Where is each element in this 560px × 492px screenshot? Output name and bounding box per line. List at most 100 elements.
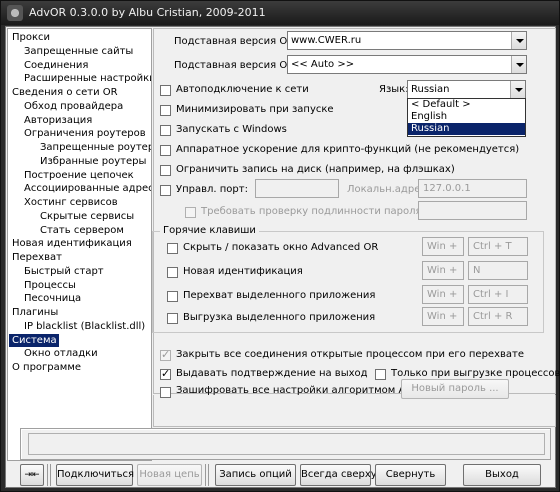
- fake-os-label: Подставная версия ОС:: [174, 36, 298, 47]
- fake-os-combo[interactable]: www.CWER.ru: [287, 31, 527, 50]
- tree-item[interactable]: Быстрый старт: [24, 265, 104, 278]
- title-bar[interactable]: AdvOR 0.3.0.0 by Albu Cristian, 2009-201…: [1, 1, 559, 25]
- hotkeys-group-title: Горячие клавиши: [160, 225, 259, 236]
- hotkey-label[interactable]: Новая идентификация: [183, 266, 303, 277]
- expand-arrows-icon: ⇥⇤: [24, 470, 40, 480]
- hotkey-key-field[interactable]: Ctrl + I: [468, 285, 528, 304]
- language-combo[interactable]: Russian: [407, 80, 526, 99]
- encrypt-settings-checkbox[interactable]: [160, 387, 171, 398]
- language-value: Russian: [411, 84, 450, 95]
- hotkey-modifier-field[interactable]: Win +: [422, 285, 464, 304]
- tree-item[interactable]: Запрещенные роутеры: [40, 141, 151, 154]
- close-connections-checkbox[interactable]: [160, 348, 171, 361]
- new-chain-button[interactable]: Новая цепь: [137, 464, 202, 486]
- chevron-down-icon[interactable]: [510, 81, 525, 98]
- minimize-on-start-checkbox[interactable]: [160, 105, 171, 116]
- new-password-button[interactable]: Новый пароль ...: [401, 379, 509, 399]
- control-port-label[interactable]: Управл. порт:: [176, 184, 248, 195]
- chevron-down-icon[interactable]: [511, 32, 526, 49]
- hotkey-label[interactable]: Скрыть / показать окно Advanced OR: [183, 242, 378, 253]
- only-on-unload-label[interactable]: Только при выгрузке процессов: [391, 368, 560, 379]
- toolbar-menu-button[interactable]: ⇥⇤: [20, 464, 44, 486]
- autoconnect-label[interactable]: Автоподключение к сети: [176, 84, 309, 95]
- only-on-unload-checkbox[interactable]: [375, 369, 386, 380]
- bottom-toolbar: ⇥⇤ Подключиться Новая цепь Запись опций …: [6, 461, 557, 489]
- toolbar-grip: [205, 464, 211, 486]
- tree-item[interactable]: Избранные роутеры: [40, 155, 146, 168]
- tree-item[interactable]: Перехват: [12, 251, 62, 264]
- tree-item[interactable]: Расширенные настройки пр: [24, 72, 151, 85]
- minimize-on-start-label[interactable]: Минимизировать при запуске: [176, 104, 334, 115]
- language-option[interactable]: Russian: [408, 123, 525, 135]
- tree-item[interactable]: Новая идентификация: [12, 237, 132, 250]
- hotkey-key-field[interactable]: Ctrl + R: [468, 307, 528, 326]
- start-with-windows-label[interactable]: Запускать с Windows: [176, 124, 287, 135]
- panel-lower-frame: [153, 395, 556, 427]
- tree-item[interactable]: Обход провайдера: [24, 100, 123, 113]
- control-port-input[interactable]: [255, 179, 339, 198]
- tree-item[interactable]: Сведения о сети OR: [12, 86, 118, 99]
- hotkey-modifier-field[interactable]: Win +: [422, 307, 464, 326]
- tree-item[interactable]: Система: [9, 333, 59, 347]
- hotkey-label[interactable]: Выгрузка выделенного приложения: [183, 312, 375, 323]
- confirm-exit-label[interactable]: Выдавать подтверждение на выход: [176, 368, 368, 379]
- window-title: AdvOR 0.3.0.0 by Albu Cristian, 2009-201…: [29, 6, 266, 19]
- fake-or-combo[interactable]: << Auto >>: [287, 55, 527, 74]
- hotkey-key-field[interactable]: Ctrl + T: [468, 237, 528, 256]
- tree-item[interactable]: IP blacklist (Blacklist.dll): [24, 320, 145, 333]
- autoconnect-checkbox[interactable]: [160, 85, 171, 96]
- tree-item[interactable]: Хостинг сервисов: [24, 196, 118, 209]
- language-dropdown-list[interactable]: < Default > English Russian: [407, 98, 526, 137]
- hotkey-key-field[interactable]: N: [468, 261, 528, 280]
- tree-item[interactable]: Стать сервером: [40, 224, 124, 237]
- language-option[interactable]: < Default >: [408, 99, 525, 111]
- require-password-label[interactable]: Требовать проверку подлинности пароля:: [201, 206, 425, 217]
- hotkey-unload-checkbox[interactable]: [167, 313, 178, 324]
- hotkey-toggle-window-checkbox[interactable]: [167, 243, 178, 254]
- exit-button[interactable]: Выход: [463, 464, 541, 486]
- status-text-box: [28, 433, 545, 455]
- limit-disk-label[interactable]: Ограничить запись на диск (например, на …: [176, 164, 455, 175]
- local-address-input[interactable]: 127.0.0.1: [418, 179, 527, 198]
- minimize-button[interactable]: Свернуть: [375, 464, 446, 486]
- tree-item[interactable]: Соединения: [24, 59, 88, 72]
- tree-item[interactable]: Песочница: [24, 292, 81, 305]
- control-port-checkbox[interactable]: [160, 185, 171, 196]
- tree-item[interactable]: Запрещенные сайты: [24, 45, 133, 58]
- confirm-exit-checkbox[interactable]: [160, 367, 171, 380]
- tree-item[interactable]: Построение цепочек: [24, 169, 134, 182]
- connect-button[interactable]: Подключиться: [56, 464, 134, 486]
- language-option[interactable]: English: [408, 111, 525, 123]
- tree-item[interactable]: Авторизация: [24, 114, 92, 127]
- tree-item[interactable]: Прокси: [12, 31, 50, 44]
- encrypt-settings-label[interactable]: Зашифровать все настройки алгоритмом AES: [176, 385, 418, 396]
- toolbar-grip: [47, 464, 53, 486]
- tree-item[interactable]: О программе: [12, 361, 81, 374]
- hotkey-new-identity-checkbox[interactable]: [167, 267, 178, 278]
- require-password-checkbox[interactable]: [185, 207, 196, 218]
- tree-item[interactable]: Ограничения роутеров: [24, 127, 146, 140]
- tree-item[interactable]: Плагины: [12, 306, 58, 319]
- password-input[interactable]: [418, 201, 527, 220]
- hw-accel-label[interactable]: Аппаратное ускорение для крипто-функций …: [176, 144, 519, 155]
- tree-item[interactable]: Процессы: [24, 279, 76, 292]
- fake-or-label: Подставная версия OR:: [174, 60, 298, 71]
- hotkey-intercept-checkbox[interactable]: [167, 291, 178, 302]
- always-on-top-button[interactable]: Всегда сверху: [300, 464, 377, 486]
- app-window: AdvOR 0.3.0.0 by Albu Cristian, 2009-201…: [0, 0, 560, 492]
- local-address-label: Локальн.адрес:: [347, 184, 430, 195]
- limit-disk-checkbox[interactable]: [160, 165, 171, 176]
- settings-tree[interactable]: Прокси Запрещенные сайты Соединения Расшире…: [7, 28, 152, 461]
- close-connections-label[interactable]: Закрыть все соединения открытые процессо…: [176, 349, 524, 360]
- tree-item[interactable]: Окно отладки: [24, 347, 98, 360]
- hotkey-label[interactable]: Перехват выделенного приложения: [183, 290, 375, 301]
- start-with-windows-checkbox[interactable]: [160, 125, 171, 136]
- chevron-down-icon[interactable]: [511, 56, 526, 73]
- hotkey-modifier-field[interactable]: Win +: [422, 261, 464, 280]
- hotkey-modifier-field[interactable]: Win +: [422, 237, 464, 256]
- hw-accel-checkbox[interactable]: [160, 145, 171, 156]
- fake-or-value: << Auto >>: [291, 59, 355, 70]
- tree-item[interactable]: Ассоциированные адреса: [24, 182, 151, 195]
- tree-item[interactable]: Скрытые сервисы: [40, 210, 134, 223]
- save-options-button[interactable]: Запись опций: [215, 464, 296, 486]
